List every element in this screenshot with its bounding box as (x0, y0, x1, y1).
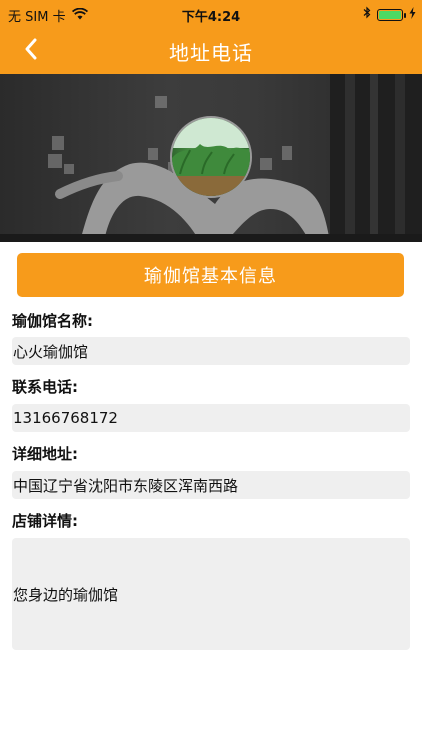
name-field[interactable]: 心火瑜伽馆 (12, 337, 410, 365)
name-label: 瑜伽馆名称: (12, 312, 93, 330)
status-time: 下午4:24 (181, 10, 241, 25)
address-field[interactable]: 中国辽宁省沈阳市东陵区浑南西路 (12, 471, 410, 499)
phone-label: 联系电话: (12, 378, 78, 396)
bluetooth-icon (363, 6, 371, 23)
phone-value: 13166768172 (13, 409, 118, 427)
status-bar: 无 SIM 卡 下午4:24 (0, 0, 422, 28)
address-value: 中国辽宁省沈阳市东陵区浑南西路 (13, 476, 239, 495)
name-value: 心火瑜伽馆 (13, 342, 89, 361)
details-label: 店铺详情: (12, 512, 78, 530)
battery-icon (377, 8, 406, 21)
details-value: 您身边的瑜伽馆 (13, 585, 119, 604)
phone-field[interactable]: 13166768172 (12, 404, 410, 432)
charging-icon (409, 6, 416, 23)
screen: 无 SIM 卡 下午4:24 地址电话 瑜伽馆基本信息 瑜伽馆名称: 心火瑜伽馆… (0, 0, 422, 750)
nav-bar: 地址电话 (0, 28, 422, 74)
address-label: 详细地址: (12, 445, 78, 463)
header: 无 SIM 卡 下午4:24 地址电话 (0, 0, 422, 74)
details-field[interactable]: 您身边的瑜伽馆 (12, 538, 410, 650)
page-title: 地址电话 (169, 41, 253, 65)
aquarium-photo (170, 116, 252, 198)
basic-info-button[interactable]: 瑜伽馆基本信息 (17, 253, 404, 297)
banner-image (0, 74, 422, 242)
